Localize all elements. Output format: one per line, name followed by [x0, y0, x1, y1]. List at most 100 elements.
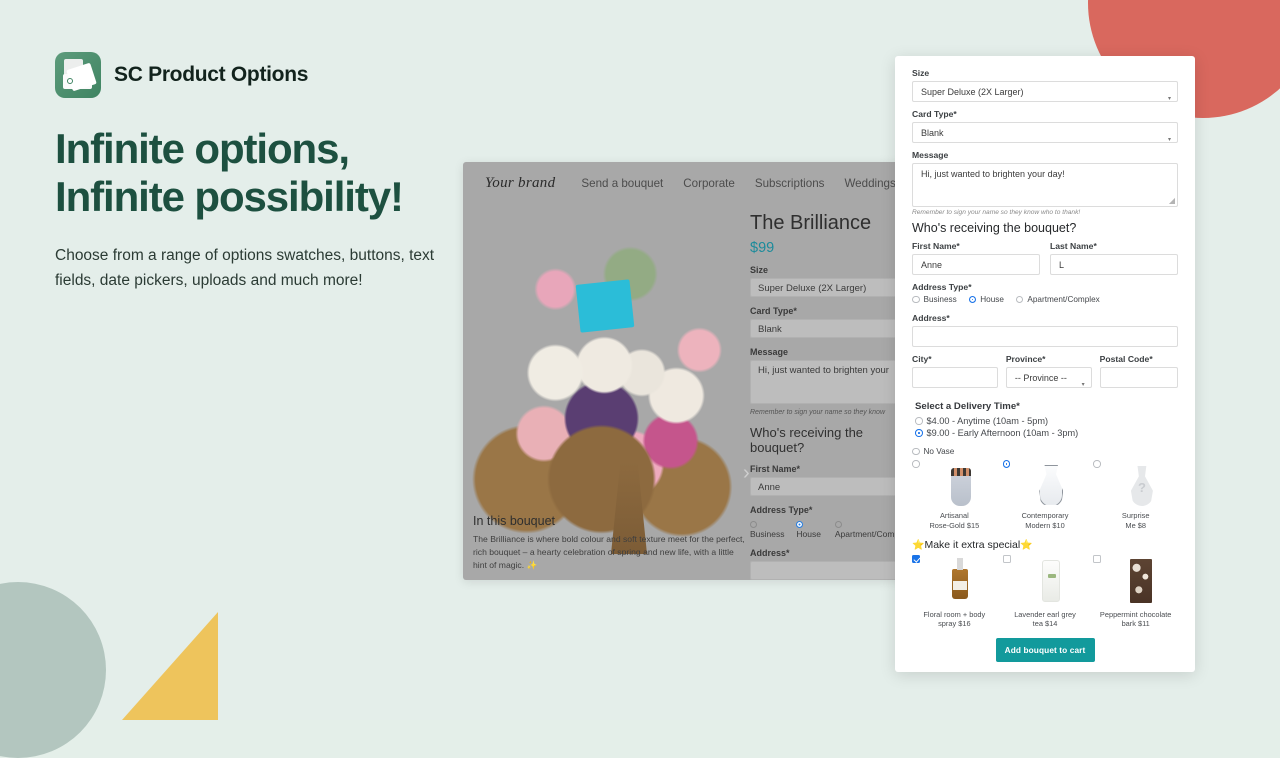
radio-icon-selected	[1002, 460, 1011, 468]
nav-item-send-a-bouquet[interactable]: Send a bouquet	[581, 177, 663, 190]
radio-label: No Vase	[923, 447, 955, 456]
storefront-address-input[interactable]	[750, 561, 910, 580]
storefront-size-select[interactable]: Super Deluxe (2X Larger)	[750, 278, 910, 297]
radio-delivery-early-afternoon[interactable]: $9.00 - Early Afternoon (10am - 3pm)	[915, 428, 1178, 438]
radio-icon	[912, 295, 920, 304]
extra-option-lavender-tea[interactable]: Lavender earl grey tea $14	[1002, 554, 1088, 630]
chevron-down-icon: ▾	[1167, 137, 1171, 143]
headline-line-1: Infinite options,	[55, 125, 350, 172]
extra-option-floral-spray[interactable]: Floral room + body spray $16	[912, 554, 997, 630]
vase-caption-line2: Me $8	[1125, 520, 1146, 530]
vase-caption-line2: Modern $10	[1025, 520, 1065, 530]
radio-no-vase[interactable]: No Vase	[912, 447, 1178, 456]
page-title: Infinite options, Infinite possibility!	[55, 125, 475, 221]
radio-label: $4.00 - Anytime (10am - 5pm)	[926, 416, 1049, 426]
postal-code-input[interactable]	[1099, 367, 1179, 388]
storefront-card-type-label: Card Type*	[750, 306, 797, 316]
first-name-label: First Name*	[912, 241, 960, 251]
size-select[interactable]: Super Deluxe (2X Larger) ▾	[912, 81, 1178, 102]
province-select[interactable]: -- Province -- ▾	[1005, 367, 1092, 388]
nav-item-subscriptions[interactable]: Subscriptions	[755, 177, 825, 190]
radio-delivery-anytime[interactable]: $4.00 - Anytime (10am - 5pm)	[915, 416, 1178, 426]
storefront-radio-house[interactable]: House	[796, 519, 824, 539]
city-label: City*	[912, 354, 932, 364]
vase-option-surprise[interactable]: Surprise Me $8	[1093, 460, 1178, 531]
vase-caption-line2: Rose-Gold $15	[929, 520, 980, 530]
radio-label: $9.00 - Early Afternoon (10am - 3pm)	[926, 428, 1079, 438]
recipient-heading: Who's receiving the bouquet?	[912, 221, 1077, 235]
product-options-form: Size Super Deluxe (2X Larger) ▾ Card Typ…	[895, 56, 1195, 672]
vase-caption-line1: Contemporary	[1021, 511, 1069, 520]
storefront-brand: Your brand	[485, 174, 556, 191]
add-to-cart-button[interactable]: Add bouquet to cart	[995, 638, 1095, 663]
radio-icon	[912, 447, 920, 456]
extra-caption-line2: bark $11	[1121, 619, 1150, 629]
radio-icon-selected	[915, 429, 923, 437]
radio-icon	[1015, 295, 1024, 304]
vase-caption-line1: Artisanal	[939, 511, 969, 520]
radio-label: House	[980, 295, 1004, 304]
storefront-address-label: Address*	[750, 548, 790, 558]
radio-icon-selected	[968, 295, 977, 304]
storefront-product-price: $99	[750, 240, 775, 256]
storefront-first-name-label: First Name*	[750, 464, 801, 474]
storefront-recipient-heading: Who's receiving the bouquet?	[750, 425, 864, 455]
storefront-description-body: The Brilliance is where bold colour and …	[473, 534, 745, 571]
marketing-column: SC Product Options Infinite options, Inf…	[55, 52, 475, 294]
last-name-input[interactable]: L	[1050, 254, 1178, 275]
vase-option-contemporary[interactable]: Contemporary Modern $10	[1002, 460, 1088, 531]
radio-label: Apartment/Complex	[1027, 295, 1100, 304]
radio-address-type-house[interactable]: House	[968, 295, 1004, 304]
delivery-time-label: Select a Delivery Time*	[915, 401, 1020, 412]
checkbox-icon-checked	[912, 554, 920, 563]
storefront-card-type-select[interactable]: Blank	[750, 319, 910, 338]
address-type-radio-group: Business House Apartment/Complex	[912, 295, 1178, 306]
resize-grip-icon[interactable]: ◢	[1169, 196, 1175, 205]
storefront-nav: Your brand Send a bouquet Corporate Subs…	[463, 162, 910, 204]
chevron-down-icon: ▾	[1167, 96, 1171, 102]
radio-label: Business	[923, 295, 957, 304]
storefront-size-label: Size	[750, 265, 769, 275]
vase-caption-line1: Surprise	[1121, 511, 1150, 520]
storefront-message-textarea[interactable]: Hi, just wanted to brighten your	[750, 360, 910, 404]
checkbox-icon	[1093, 554, 1102, 563]
chevron-down-icon: ▾	[1081, 382, 1085, 388]
storefront-message-hint: Remember to sign your name so they know	[750, 409, 886, 416]
vase-surprise-icon	[1119, 460, 1163, 508]
message-textarea[interactable]: Hi, just wanted to brighten your day! ◢	[912, 163, 1178, 207]
radio-address-type-business[interactable]: Business	[912, 295, 957, 304]
radio-icon	[915, 417, 923, 425]
extra-caption-line1: Lavender earl grey	[1014, 609, 1076, 619]
storefront-product-title: The Brilliance	[750, 212, 872, 234]
address-input[interactable]	[912, 326, 1178, 347]
storefront-description: In this bouquet The Brilliance is where …	[473, 514, 745, 572]
extra-option-chocolate-bark[interactable]: Peppermint chocolate bark $11	[1093, 554, 1178, 630]
card-type-select[interactable]: Blank ▾	[912, 122, 1178, 143]
radio-icon	[912, 460, 920, 468]
card-type-value: Blank	[921, 128, 944, 138]
radio-address-type-apartment[interactable]: Apartment/Complex	[1015, 295, 1100, 304]
storefront-radio-business[interactable]: Business	[750, 519, 785, 539]
extra-caption-line2: spray $16	[938, 619, 971, 629]
bouquet-gift-tag	[575, 279, 635, 333]
province-label: Province*	[1005, 354, 1046, 364]
message-hint: Remember to sign your name so they know …	[912, 209, 1081, 216]
vase-contemporary-icon	[1028, 460, 1072, 508]
nav-item-weddings[interactable]: Weddings	[844, 177, 895, 190]
city-province-postal-row: City* Province* -- Province -- ▾ Postal …	[912, 354, 1179, 395]
address-label: Address*	[912, 313, 950, 323]
storefront-preview: Your brand Send a bouquet Corporate Subs…	[463, 162, 910, 580]
vase-option-artisanal[interactable]: Artisanal Rose-Gold $15	[912, 460, 997, 531]
city-input[interactable]	[912, 367, 998, 388]
nav-item-corporate[interactable]: Corporate	[683, 177, 735, 190]
extras-heading-label: Make it extra special	[924, 538, 1021, 551]
vase-artisanal-icon	[938, 460, 982, 508]
province-value: -- Province --	[1014, 373, 1067, 383]
size-value: Super Deluxe (2X Larger)	[921, 87, 1024, 97]
chevron-right-icon[interactable]: ›	[743, 462, 750, 485]
first-name-input[interactable]: Anne	[912, 254, 1040, 275]
address-type-label: Address Type*	[912, 282, 972, 292]
headline-line-2: Infinite possibility!	[55, 172, 404, 220]
last-name-label: Last Name*	[1050, 241, 1097, 251]
storefront-first-name-input[interactable]: Anne	[750, 477, 910, 496]
